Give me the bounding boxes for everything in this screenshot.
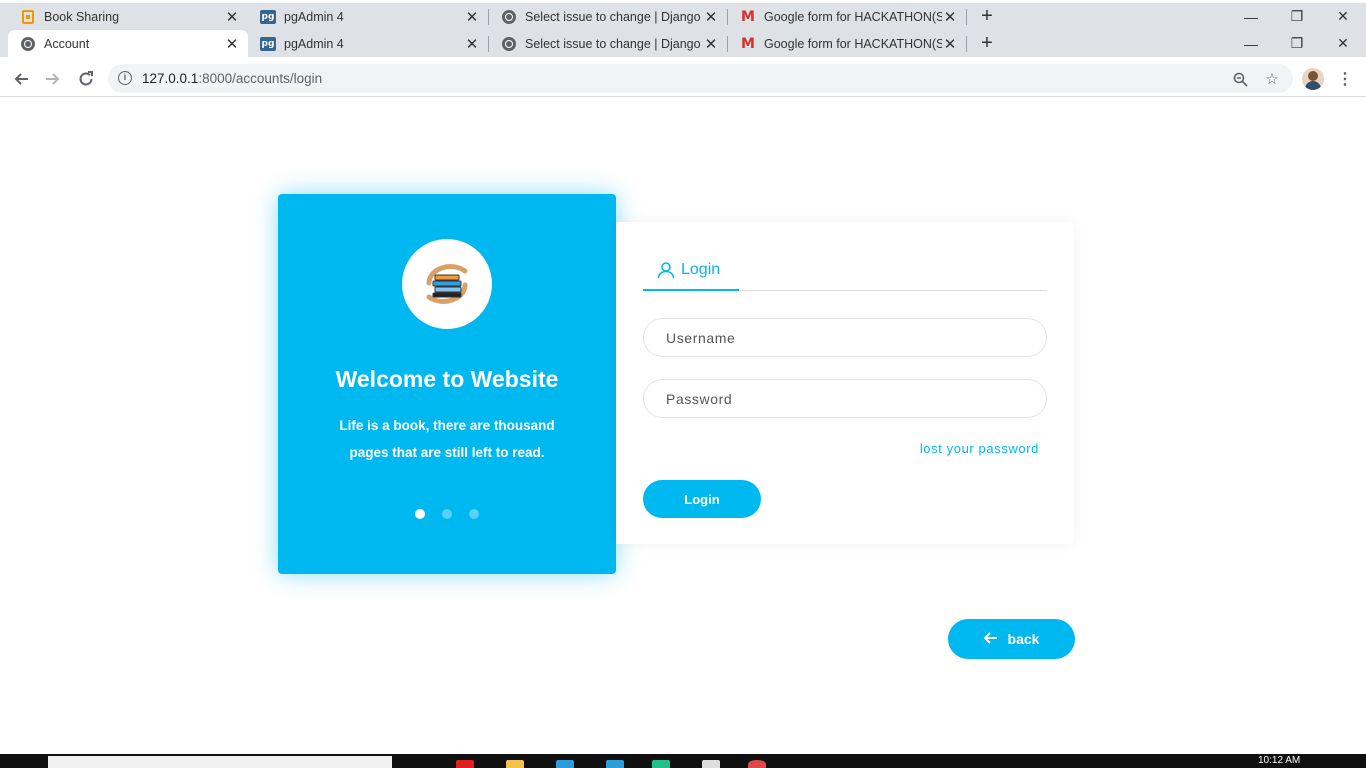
- close-tab-icon[interactable]: ✕: [464, 35, 480, 53]
- tab-title: Google form for HACKATHON(SS: [764, 36, 942, 51]
- book-icon: [20, 9, 36, 25]
- tab-pgadmin[interactable]: pg pgAdmin 4 ✕: [248, 3, 488, 30]
- close-window-button[interactable]: ✕: [1320, 30, 1366, 57]
- restore-button[interactable]: ❐: [1274, 30, 1320, 57]
- username-input[interactable]: [666, 329, 1046, 346]
- welcome-title: Welcome to Website: [335, 366, 559, 392]
- new-tab-button[interactable]: +: [973, 30, 1001, 57]
- lost-password-link[interactable]: lost your password: [920, 441, 1039, 456]
- close-tab-icon[interactable]: ✕: [224, 35, 240, 53]
- browser-menu-icon[interactable]: ⋮: [1336, 66, 1354, 92]
- username-field[interactable]: [643, 318, 1047, 357]
- password-field[interactable]: [643, 379, 1047, 418]
- tab-pgadmin[interactable]: pg pgAdmin 4 ✕: [248, 30, 488, 57]
- carousel-dots: [278, 509, 616, 519]
- minimize-button[interactable]: —: [1228, 30, 1274, 57]
- tab-title: pgAdmin 4: [284, 36, 344, 51]
- pgadmin-icon: pg: [260, 9, 276, 24]
- close-tab-icon[interactable]: ✕: [464, 8, 480, 26]
- taskbar-app-icon[interactable]: [652, 760, 670, 768]
- browser-toolbar: i 127.0.0.1:8000/accounts/login ☆ ⋮: [0, 60, 1366, 97]
- back-button[interactable]: back: [948, 619, 1075, 659]
- tab-django-admin[interactable]: Select issue to change | Django s ✕: [489, 30, 727, 57]
- globe-icon: [501, 9, 517, 25]
- tab-google-form[interactable]: M Google form for HACKATHON(SS ✕: [728, 30, 966, 57]
- pgadmin-icon: pg: [260, 36, 276, 51]
- gmail-icon: M: [741, 35, 755, 52]
- back-arrow-icon[interactable]: [8, 66, 34, 92]
- taskbar-search-box[interactable]: [48, 756, 392, 768]
- tab-title: Book Sharing: [44, 9, 120, 24]
- taskbar-folder-icon[interactable]: [506, 760, 524, 768]
- close-tab-icon[interactable]: ✕: [703, 35, 719, 53]
- tab-google-form[interactable]: M Google form for HACKATHON(SS ✕: [728, 3, 966, 30]
- tab-book-sharing[interactable]: Book Sharing ✕: [8, 3, 248, 30]
- book-logo-icon: [402, 239, 492, 329]
- carousel-dot-2[interactable]: [442, 509, 452, 519]
- tab-login[interactable]: Login: [643, 258, 739, 291]
- tab-title: Select issue to change | Django s: [525, 36, 703, 51]
- restore-button[interactable]: ❐: [1274, 3, 1320, 30]
- login-button[interactable]: Login: [643, 480, 761, 518]
- close-tab-icon[interactable]: ✕: [942, 8, 958, 26]
- password-input[interactable]: [666, 390, 1046, 407]
- tab-django-admin[interactable]: Select issue to change | Django s ✕: [489, 3, 727, 30]
- login-panel: Login lost your password Login: [616, 222, 1074, 544]
- taskbar-app-icon[interactable]: [556, 760, 574, 768]
- close-tab-icon[interactable]: ✕: [224, 8, 240, 26]
- taskbar-app-icon[interactable]: [606, 760, 624, 768]
- tab-strip-top: Book Sharing ✕ pg pgAdmin 4 ✕ Select iss…: [0, 3, 1366, 30]
- arrow-left-icon: [983, 631, 998, 647]
- login-tab-bar: Login: [643, 258, 1047, 291]
- address-bar[interactable]: i 127.0.0.1:8000/accounts/login ☆: [108, 64, 1293, 93]
- close-tab-icon[interactable]: ✕: [703, 8, 719, 26]
- taskbar-chrome-icon[interactable]: [748, 760, 766, 768]
- taskbar-app-icon[interactable]: [702, 760, 720, 768]
- globe-icon: [501, 36, 517, 52]
- close-window-button[interactable]: ✕: [1320, 3, 1366, 30]
- close-tab-icon[interactable]: ✕: [942, 35, 958, 53]
- tab-title: Account: [44, 36, 90, 51]
- forward-arrow-icon[interactable]: [40, 66, 66, 92]
- welcome-quote: Life is a book, there are thousand pages…: [339, 418, 555, 460]
- tab-title: pgAdmin 4: [284, 9, 344, 24]
- gmail-icon: M: [741, 8, 755, 25]
- welcome-panel: Welcome to Website Life is a book, there…: [278, 194, 616, 574]
- url-host: 127.0.0.1: [142, 71, 199, 86]
- tab-account[interactable]: Account ✕: [8, 30, 248, 57]
- url-path: :8000/accounts/login: [198, 71, 323, 86]
- os-taskbar: 10:12 AM: [0, 754, 1366, 768]
- tab-login-label: Login: [681, 261, 721, 278]
- tab-strip-bottom: Account ✕ pg pgAdmin 4 ✕ Select issue to…: [0, 30, 1366, 57]
- zoom-icon[interactable]: [1229, 68, 1251, 90]
- carousel-dot-3[interactable]: [469, 509, 479, 519]
- site-info-icon[interactable]: i: [118, 71, 132, 85]
- url-text[interactable]: 127.0.0.1:8000/accounts/login: [142, 71, 322, 86]
- tab-divider: [966, 9, 967, 25]
- taskbar-app-icon[interactable]: [456, 760, 474, 768]
- back-button-label: back: [1007, 631, 1040, 647]
- profile-avatar[interactable]: [1302, 68, 1324, 90]
- carousel-dot-1[interactable]: [415, 509, 425, 519]
- minimize-button[interactable]: —: [1228, 3, 1274, 30]
- globe-icon: [20, 36, 36, 52]
- user-icon: [657, 261, 675, 284]
- tab-divider: [966, 36, 967, 52]
- bookmark-star-icon[interactable]: ☆: [1261, 68, 1283, 90]
- tab-title: Google form for HACKATHON(SS: [764, 9, 942, 24]
- reload-icon[interactable]: [73, 66, 99, 92]
- new-tab-button[interactable]: +: [973, 3, 1001, 30]
- taskbar-clock: 10:12 AM: [1258, 755, 1301, 766]
- tab-title: Select issue to change | Django s: [525, 9, 703, 24]
